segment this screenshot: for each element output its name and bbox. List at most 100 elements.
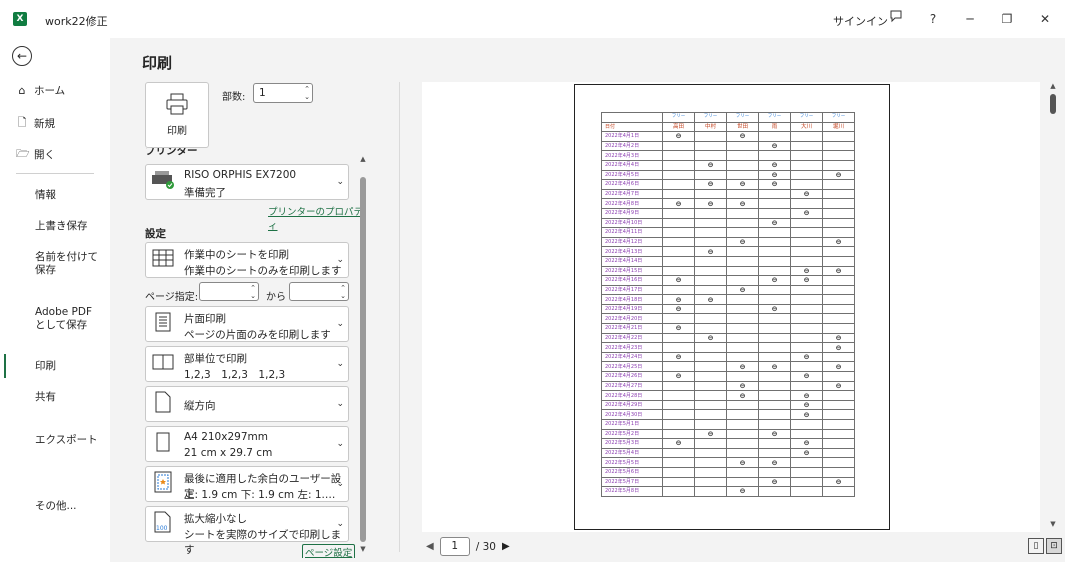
nav-save-as[interactable]: 名前を付けて保存	[35, 251, 105, 277]
copies-input[interactable]: 1 ⌃ ⌄	[253, 83, 313, 103]
mark-cell: ⊖	[726, 486, 759, 497]
sides-title: 片面印刷	[184, 313, 226, 325]
date-cell: 2022年4月11日	[601, 227, 663, 238]
nav-adobe-pdf[interactable]: Adobe PDF として保存	[35, 306, 105, 332]
mark-cell	[662, 457, 695, 468]
pages-to-input[interactable]: ⌃ ⌄	[289, 282, 349, 301]
scroll-down-icon[interactable]: ▼	[1048, 520, 1058, 528]
scroll-up-icon[interactable]: ▲	[358, 155, 368, 163]
pages-from-input[interactable]: ⌃ ⌄	[199, 282, 259, 301]
signin-button[interactable]: サインイン	[833, 13, 888, 29]
mark-cell: ⊖	[662, 438, 695, 449]
mark-cell: ⊖	[758, 179, 791, 190]
mark-cell	[822, 227, 855, 238]
date-cell: 2022年5月4日	[601, 447, 663, 459]
close-button[interactable]: ✕	[1035, 9, 1055, 29]
current-page-input[interactable]: 1	[439, 537, 470, 556]
preview-scrollbar[interactable]: ▲ ▼	[1048, 82, 1058, 532]
settings-scroll-thumb[interactable]	[360, 177, 366, 542]
header-cell: 世田	[726, 121, 759, 133]
date-cell: 2022年4月12日	[601, 236, 663, 248]
date-cell: 2022年4月3日	[601, 150, 663, 161]
mark-cell	[790, 313, 823, 325]
mark-cell	[790, 150, 823, 161]
mark-cell	[662, 342, 695, 353]
nav-print[interactable]: 印刷	[35, 360, 105, 373]
settings-scrollbar[interactable]: ▲ ▼	[358, 155, 368, 555]
date-cell: 2022年4月7日	[601, 188, 663, 200]
nav-more[interactable]: その他...	[35, 500, 105, 513]
page-setup-link[interactable]: ページ設定	[302, 544, 356, 558]
nav-open[interactable]: 🗁 開く	[16, 145, 55, 164]
help-button[interactable]: ?	[923, 9, 943, 29]
show-margins-icon[interactable]: ▯	[1028, 538, 1044, 554]
table-row: 2022年4月15日 ⊖ ⊖	[601, 265, 855, 277]
print-what-title: 作業中のシートを印刷	[184, 249, 289, 261]
nav-save[interactable]: 上書き保存	[35, 220, 105, 233]
orientation-select[interactable]: 縦方向 ⌄	[145, 386, 349, 422]
print-what-select[interactable]: 作業中のシートを印刷 作業中のシートのみを印刷します ⌄	[145, 242, 349, 278]
mark-cell: ⊖	[694, 179, 727, 190]
mark-cell: ⊖	[726, 179, 759, 190]
zoom-to-page-icon[interactable]: ⊡	[1046, 538, 1062, 554]
printer-select[interactable]: RISO ORPHIS EX7200 準備完了 ⌄	[145, 164, 349, 200]
mark-cell	[662, 332, 695, 344]
nav-new[interactable]: 🗋 新規	[16, 114, 55, 133]
collate-select[interactable]: 部単位で印刷 1,2,3 1,2,3 1,2,3 ⌄	[145, 346, 349, 382]
nav-info[interactable]: 情報	[35, 189, 105, 202]
mark-cell	[726, 265, 759, 277]
feedback-icon[interactable]	[886, 9, 906, 29]
table-row: 2022年5月3日 ⊖ ⊖	[601, 438, 855, 449]
mark-cell: ⊖	[758, 275, 791, 286]
back-arrow-icon[interactable]: ←	[12, 46, 32, 66]
scroll-up-icon[interactable]: ▲	[1048, 82, 1058, 90]
next-page-icon[interactable]: ▶	[502, 541, 510, 552]
copies-spinner-icon[interactable]: ⌃ ⌄	[304, 85, 310, 101]
prev-page-icon[interactable]: ◀	[426, 541, 434, 552]
scroll-down-icon[interactable]: ▼	[358, 545, 368, 553]
nav-export[interactable]: エクスポート	[35, 434, 105, 447]
mark-cell	[758, 332, 791, 344]
date-cell: 2022年4月14日	[601, 255, 663, 267]
paper-size-select[interactable]: A4 210x297mm 21 cm x 29.7 cm ⌄	[145, 426, 349, 462]
settings-section-label: 設定	[145, 228, 166, 240]
scaling-select[interactable]: 100 拡大縮小なし シートを実際のサイズで印刷します ⌄	[145, 506, 349, 556]
sides-select[interactable]: 片面印刷 ページの片面のみを印刷します ⌄	[145, 306, 349, 342]
printer-section-label: プリンター	[145, 148, 198, 157]
nav-home[interactable]: ⌂ ホーム	[16, 83, 66, 98]
mark-cell	[822, 140, 855, 152]
minimize-button[interactable]: ─	[960, 9, 980, 29]
mark-cell	[726, 428, 759, 440]
mark-cell	[662, 179, 695, 190]
mark-cell	[662, 313, 695, 325]
preview-scroll-thumb[interactable]	[1050, 94, 1056, 114]
table-row: 2022年4月2日 ⊖	[601, 140, 855, 152]
one-sided-icon	[150, 312, 176, 336]
copies-value: 1	[259, 87, 266, 99]
mark-cell	[822, 313, 855, 325]
table-row: 2022年4月30日 ⊖	[601, 409, 855, 420]
table-row: 2022年4月18日 ⊖ ⊖	[601, 294, 855, 305]
mark-cell: ⊖	[694, 332, 727, 344]
table-row: 2022年4月25日 ⊖ ⊖ ⊖	[601, 361, 855, 373]
nav-new-label: 新規	[34, 118, 55, 130]
date-cell: 2022年4月6日	[601, 179, 663, 190]
pages-from-spinner-icon[interactable]: ⌃ ⌄	[250, 284, 256, 300]
table-row: 2022年4月27日 ⊖ ⊖	[601, 380, 855, 392]
mark-cell	[694, 236, 727, 248]
printer-properties-link[interactable]: プリンターのプロパティ	[268, 204, 367, 232]
table-row: 2022年4月19日 ⊖ ⊖	[601, 303, 855, 315]
margins-select[interactable]: 最後に適用した余白のユーザー設定 上: 1.9 cm 下: 1.9 cm 左: …	[145, 466, 349, 502]
date-cell: 2022年4月18日	[601, 294, 663, 305]
mark-cell	[662, 419, 695, 430]
mark-cell	[758, 380, 791, 392]
table-row: 2022年4月16日 ⊖ ⊖ ⊖	[601, 275, 855, 286]
restore-button[interactable]: ❐	[997, 9, 1017, 29]
nav-share[interactable]: 共有	[35, 391, 105, 404]
mark-cell	[758, 313, 791, 325]
date-cell: 2022年4月5日	[601, 169, 663, 181]
mark-cell	[822, 275, 855, 286]
print-button[interactable]: 印刷	[145, 82, 209, 148]
pages-to-spinner-icon[interactable]: ⌃ ⌄	[340, 284, 346, 300]
mark-cell	[694, 390, 727, 401]
